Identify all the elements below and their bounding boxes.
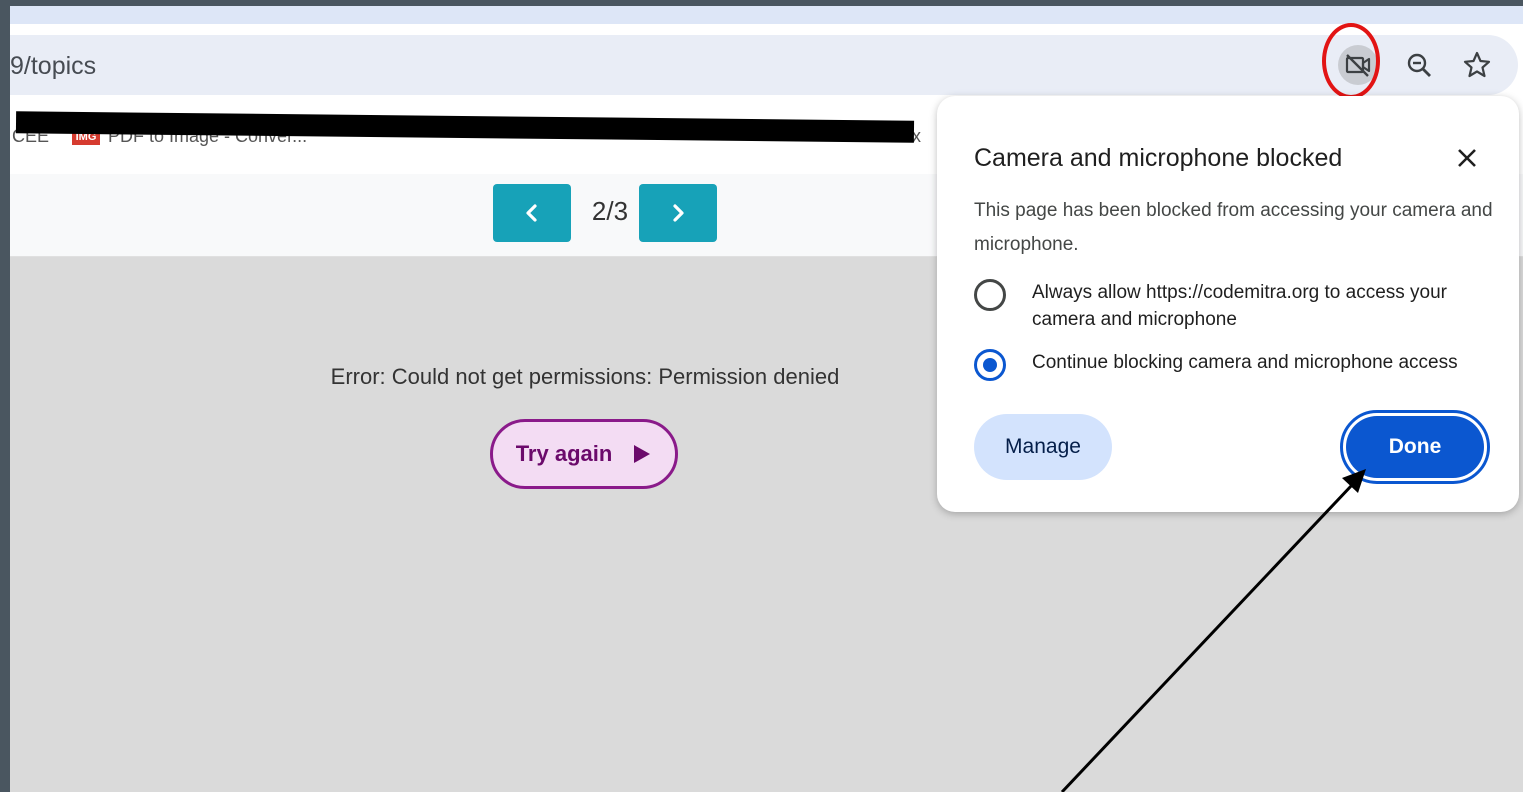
close-icon[interactable] bbox=[1449, 140, 1485, 176]
manage-button[interactable]: Manage bbox=[974, 414, 1112, 480]
permission-popup: Camera and microphone blocked This page … bbox=[937, 96, 1519, 512]
option-label: Always allow https://codemitra.org to ac… bbox=[1032, 282, 1448, 330]
always-allow-option[interactable]: Always allow https://codemitra.org to ac… bbox=[974, 279, 1494, 333]
bookmark-star-icon[interactable] bbox=[1457, 45, 1497, 85]
radio-selected[interactable] bbox=[974, 349, 1006, 381]
browser-toolbar: 9/topics bbox=[10, 24, 1523, 104]
browser-window: 9/topics CEE IMG PDF to Image - Conver..… bbox=[10, 6, 1523, 792]
option-label: Continue blocking camera and microphone … bbox=[1032, 352, 1458, 373]
zoom-out-icon[interactable] bbox=[1399, 45, 1439, 85]
error-message: Error: Could not get permissions: Permis… bbox=[330, 364, 840, 389]
done-button-label: Done bbox=[1346, 416, 1484, 478]
address-bar[interactable]: 9/topics bbox=[10, 35, 1518, 95]
previous-page-button[interactable] bbox=[493, 184, 571, 242]
try-again-button[interactable]: Try again bbox=[490, 419, 678, 489]
popup-title: Camera and microphone blocked bbox=[974, 144, 1343, 172]
url-text[interactable]: 9/topics bbox=[10, 52, 96, 81]
continue-blocking-option[interactable]: Continue blocking camera and microphone … bbox=[974, 349, 1494, 381]
popup-description: This page has been blocked from accessin… bbox=[974, 200, 1493, 255]
done-button[interactable]: Done bbox=[1340, 410, 1490, 484]
try-again-label: Try again bbox=[515, 441, 613, 466]
radio-unselected[interactable] bbox=[974, 279, 1006, 311]
tab-strip bbox=[10, 6, 1523, 24]
play-icon bbox=[634, 445, 651, 463]
next-page-button[interactable] bbox=[639, 184, 717, 242]
chevron-right-icon bbox=[673, 204, 684, 222]
chevron-left-icon bbox=[526, 204, 537, 222]
annotation-circle bbox=[1322, 23, 1380, 99]
page-indicator: 2/3 bbox=[591, 196, 629, 226]
